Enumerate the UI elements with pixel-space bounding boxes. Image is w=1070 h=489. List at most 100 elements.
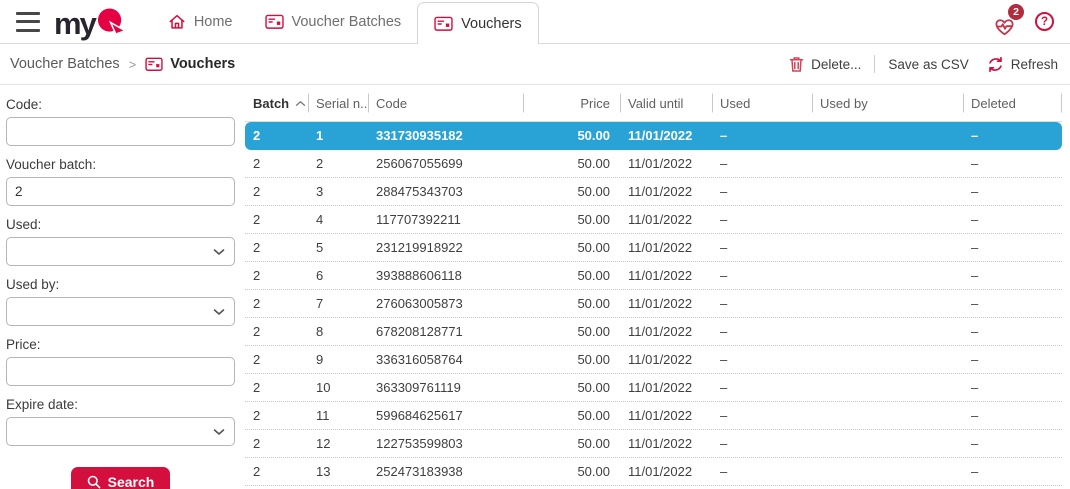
cell-used: – [712, 184, 812, 199]
column-label: Used by [820, 96, 868, 111]
cell-serial-number: 10 [308, 380, 368, 395]
cell-valid-until: 11/01/2022 [620, 352, 712, 367]
page-title: Vouchers [170, 56, 235, 72]
price-label: Price: [6, 337, 235, 352]
voucher-batch-input[interactable] [6, 177, 235, 206]
cell-deleted: – [963, 464, 1062, 479]
cell-used: – [712, 212, 812, 227]
help-button[interactable]: ? [1035, 12, 1054, 31]
menu-icon[interactable] [16, 12, 40, 32]
toolbar-divider [874, 55, 875, 73]
cell-valid-until: 11/01/2022 [620, 184, 712, 199]
table-row[interactable]: 2 11 599684625617 50.00 11/01/2022 – – [245, 402, 1062, 430]
breadcrumb-current: Vouchers [145, 56, 235, 72]
used-by-select[interactable] [6, 297, 235, 326]
cell-price: 50.00 [523, 352, 620, 367]
breadcrumb-separator: > [129, 57, 137, 72]
breadcrumb-voucher-batches[interactable]: Voucher Batches [10, 56, 120, 72]
cell-code: 252473183938 [368, 464, 523, 479]
delete-button[interactable]: Delete... [789, 56, 861, 73]
health-status-button[interactable]: 2 [993, 7, 1019, 37]
cell-code: 288475343703 [368, 184, 523, 199]
cell-serial-number: 11 [308, 408, 368, 423]
column-header-used[interactable]: Used [712, 85, 812, 121]
column-header-code[interactable]: Code [368, 85, 523, 121]
cell-code: 331730935182 [368, 128, 523, 143]
voucher-batch-label: Voucher batch: [6, 157, 235, 172]
cell-deleted: – [963, 352, 1062, 367]
table-row[interactable]: 2 2 256067055699 50.00 11/01/2022 – – [245, 150, 1062, 178]
used-select[interactable] [6, 237, 235, 266]
chevron-down-icon [213, 308, 225, 316]
cell-batch: 2 [245, 268, 308, 283]
cell-valid-until: 11/01/2022 [620, 436, 712, 451]
column-header-deleted[interactable]: Deleted [963, 85, 1062, 121]
used-label: Used: [6, 217, 235, 232]
cell-valid-until: 11/01/2022 [620, 156, 712, 171]
cell-valid-until: 11/01/2022 [620, 128, 712, 143]
cell-used: – [712, 464, 812, 479]
cell-price: 50.00 [523, 436, 620, 451]
cell-batch: 2 [245, 324, 308, 339]
cell-price: 50.00 [523, 296, 620, 311]
table-row[interactable]: 2 4 117707392211 50.00 11/01/2022 – – [245, 206, 1062, 234]
search-button[interactable]: Search [71, 467, 171, 489]
table-row[interactable]: 2 12 122753599803 50.00 11/01/2022 – – [245, 430, 1062, 458]
save-as-csv-button[interactable]: Save as CSV [888, 57, 968, 72]
column-header-valid-until[interactable]: Valid until [620, 85, 712, 121]
table-row[interactable]: 2 9 336316058764 50.00 11/01/2022 – – [245, 346, 1062, 374]
cell-serial-number: 8 [308, 324, 368, 339]
cell-deleted: – [963, 324, 1062, 339]
code-input[interactable] [6, 117, 235, 146]
cell-price: 50.00 [523, 128, 620, 143]
cell-batch: 2 [245, 464, 308, 479]
health-badge: 2 [1008, 4, 1024, 20]
cell-used: – [712, 156, 812, 171]
cell-price: 50.00 [523, 156, 620, 171]
column-header-serial[interactable]: Serial n... [308, 85, 368, 121]
cell-used: – [712, 128, 812, 143]
cell-price: 50.00 [523, 464, 620, 479]
table-row[interactable]: 2 10 363309761119 50.00 11/01/2022 – – [245, 374, 1062, 402]
cell-price: 50.00 [523, 408, 620, 423]
cell-batch: 2 [245, 436, 308, 451]
voucher-icon [265, 14, 284, 30]
cell-used: – [712, 408, 812, 423]
chevron-down-icon [213, 248, 225, 256]
cell-code: 122753599803 [368, 436, 523, 451]
table-row[interactable]: 2 13 252473183938 50.00 11/01/2022 – – [245, 458, 1062, 486]
trash-icon [789, 56, 804, 73]
tab-voucher-batches[interactable]: Voucher Batches [249, 0, 418, 43]
chevron-up-icon [295, 100, 306, 107]
tab-vouchers[interactable]: Vouchers [417, 2, 538, 44]
table-row[interactable]: 2 6 393888606118 50.00 11/01/2022 – – [245, 262, 1062, 290]
column-header-used-by[interactable]: Used by [812, 85, 963, 121]
cell-deleted: – [963, 408, 1062, 423]
table-row[interactable]: 2 1 331730935182 50.00 11/01/2022 – – [245, 122, 1062, 150]
tab-home[interactable]: Home [152, 0, 249, 43]
price-input[interactable] [6, 357, 235, 386]
column-label: Used [720, 96, 750, 111]
table-row[interactable]: 2 7 276063005873 50.00 11/01/2022 – – [245, 290, 1062, 318]
column-header-price[interactable]: Price [523, 85, 620, 121]
cell-code: 231219918922 [368, 240, 523, 255]
refresh-arrows-icon [987, 56, 1004, 73]
csv-label: Save as CSV [888, 57, 968, 72]
cell-batch: 2 [245, 296, 308, 311]
cell-serial-number: 9 [308, 352, 368, 367]
table-row[interactable]: 2 5 231219918922 50.00 11/01/2022 – – [245, 234, 1062, 262]
cell-deleted: – [963, 380, 1062, 395]
column-header-batch[interactable]: Batch [245, 85, 308, 121]
cell-valid-until: 11/01/2022 [620, 324, 712, 339]
cell-used: – [712, 436, 812, 451]
vouchers-table: Batch Serial n... Code Price Valid until… [245, 85, 1070, 489]
table-row[interactable]: 2 3 288475343703 50.00 11/01/2022 – – [245, 178, 1062, 206]
refresh-button[interactable]: Refresh [987, 56, 1058, 73]
expire-date-select[interactable] [6, 417, 235, 446]
table-row[interactable]: 2 8 678208128771 50.00 11/01/2022 – – [245, 318, 1062, 346]
cell-serial-number: 13 [308, 464, 368, 479]
expire-date-label: Expire date: [6, 397, 235, 412]
code-label: Code: [6, 97, 235, 112]
question-mark: ? [1041, 16, 1048, 28]
cell-code: 276063005873 [368, 296, 523, 311]
